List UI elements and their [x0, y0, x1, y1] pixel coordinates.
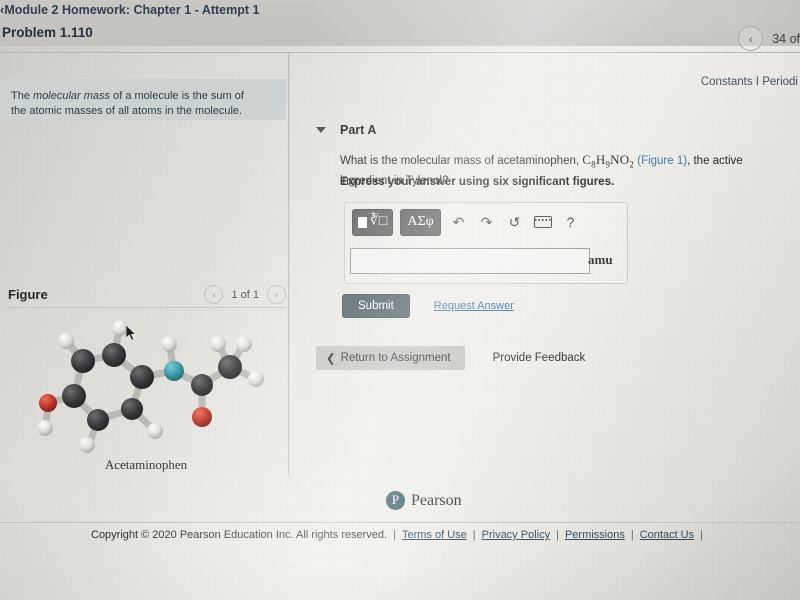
formula-c: C [582, 152, 592, 167]
footer-separator: | [700, 529, 703, 541]
footer-separator: | [556, 529, 559, 541]
math-template-button[interactable]: ∛□ [352, 208, 393, 236]
chemical-formula: C8H9NO2 [582, 152, 635, 170]
triangle-down-icon[interactable] [316, 127, 326, 133]
chevron-left-icon: ❮ [326, 353, 336, 365]
provide-feedback-link[interactable]: Provide Feedback [493, 352, 586, 364]
return-to-assignment-label: Return to Assignment [340, 352, 451, 364]
redo-arrow-icon: ↷ [480, 213, 493, 230]
keyboard-button[interactable] [532, 211, 553, 233]
figure-panel-header: Figure ‹ 1 of 1 › [8, 285, 286, 304]
return-to-assignment-button[interactable]: ❮ Return to Assignment [316, 346, 465, 370]
pearson-mark-icon: P [386, 491, 405, 510]
footer-separator: | [472, 529, 476, 541]
footer-link-terms-of-use[interactable]: Terms of Use [402, 529, 467, 541]
breadcrumb-label: Module 2 Homework: Chapter 1 - Attempt 1 [4, 2, 260, 17]
constants-periodic-table-link[interactable]: Constants I Periodi [701, 76, 798, 88]
nth-root-icon [357, 216, 367, 228]
footer-link-privacy-policy[interactable]: Privacy Policy [482, 529, 550, 541]
molecule-caption: Acetaminophen [104, 457, 188, 472]
hint-emphasis: molecular mass [33, 90, 111, 102]
formula-h: H [595, 152, 606, 167]
hint-text-before: The [11, 90, 34, 102]
math-editor-toolbar: ∛□ ΑΣφ ↶ ↷ ↺ ? [352, 208, 618, 236]
answer-input[interactable] [350, 248, 590, 274]
footer-link-contact-us[interactable]: Contact Us [640, 529, 694, 541]
question-mark-icon: ? [566, 214, 575, 230]
page-title: Problem 1.110 [2, 25, 93, 40]
chevron-left-icon: ‹ [212, 289, 216, 300]
figure-prev-button[interactable]: ‹ [204, 285, 224, 304]
problem-counter: 34 of [772, 31, 800, 46]
header-divider [0, 52, 800, 53]
chevron-right-icon: › [275, 289, 278, 300]
question-prefix: What is the molecular mass of acetaminop… [340, 155, 583, 167]
reset-button[interactable]: ↺ [504, 211, 525, 233]
figure-panel-title: Figure [8, 287, 48, 302]
breadcrumb[interactable]: ‹ Module 2 Homework: Chapter 1 - Attempt… [0, 2, 259, 17]
page-actions: ❮ Return to Assignment Provide Feedback [316, 346, 585, 370]
footer: Copyright © 2020 Pearson Education Inc. … [0, 529, 800, 541]
footer-link-permissions[interactable]: Permissions [565, 529, 625, 541]
chevron-left-icon: ‹ [748, 31, 753, 46]
figure-page-counter: 1 of 1 [231, 288, 259, 301]
molecule-atoms [37, 320, 264, 453]
figure-next-button[interactable]: › [267, 285, 286, 304]
part-a-title: Part A [340, 123, 377, 137]
redo-button[interactable]: ↷ [476, 211, 497, 233]
help-button[interactable]: ? [560, 211, 581, 233]
formula-o-sub: 2 [629, 159, 635, 170]
column-divider [288, 53, 289, 475]
submit-button[interactable]: Submit [342, 294, 410, 318]
formula-n: N [610, 152, 620, 167]
answer-actions: Submit Request Answer [342, 294, 514, 318]
figure-header-divider [8, 307, 286, 308]
footer-separator: | [630, 529, 634, 541]
undo-arrow-icon: ↶ [452, 213, 465, 230]
answer-unit-label: amu [588, 252, 613, 267]
pearson-wordmark: Pearson [411, 491, 462, 509]
mouse-cursor [126, 325, 137, 341]
hint-text: The molecular mass of a molecule is the … [11, 89, 259, 119]
figure-pager: ‹ 1 of 1 › [204, 285, 286, 304]
formula-o: O [619, 152, 630, 167]
greek-letters-icon: ΑΣφ [407, 214, 434, 229]
keyboard-icon [533, 216, 552, 228]
pearson-logo: P Pearson [386, 491, 462, 510]
figure-1-link[interactable]: (Figure 1) [637, 155, 687, 167]
greek-symbols-button[interactable]: ΑΣφ [400, 208, 441, 236]
copyright-text: Copyright © 2020 Pearson Education Inc. … [91, 529, 388, 541]
reset-circle-icon: ↺ [508, 213, 521, 230]
previous-problem-button[interactable]: ‹ [738, 26, 764, 51]
part-a-header[interactable]: Part A [316, 123, 376, 137]
undo-button[interactable]: ↶ [448, 211, 469, 233]
footer-divider [0, 522, 800, 523]
problem-navigation: ‹ 34 of [738, 26, 800, 51]
request-answer-link[interactable]: Request Answer [434, 300, 514, 312]
acetaminophen-molecule-image[interactable] [6, 315, 286, 455]
answer-instruction: Express your answer using six significan… [340, 176, 615, 188]
footer-separator: | [393, 529, 396, 541]
